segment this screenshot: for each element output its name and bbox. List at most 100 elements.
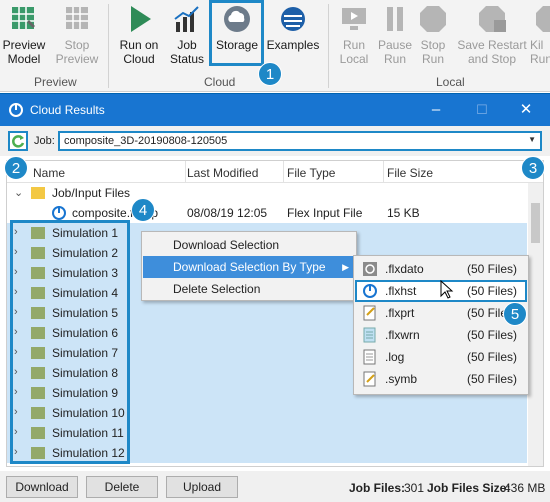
menu-download-selection[interactable]: Download Selection — [143, 234, 355, 256]
group-label-local: Local — [436, 75, 465, 89]
window-titlebar: Cloud Results – ☐ ✕ — [0, 94, 550, 126]
callout-badge-3: 3 — [521, 156, 545, 180]
submenu-ext: .log — [385, 350, 405, 364]
file-modified: 08/08/19 12:05 — [187, 206, 268, 220]
submenu-item-log[interactable]: .log (50 Files) — [355, 346, 527, 368]
submenu-count: (50 Files) — [467, 328, 518, 342]
chevron-down-icon[interactable]: ⌄ — [14, 186, 23, 199]
submenu-ext: .flxhst — [385, 284, 417, 298]
job-select[interactable]: composite_3D-20190808-120505 ▼ — [58, 131, 542, 151]
submenu-item-flxdato[interactable]: .flxdato (50 Files) — [355, 258, 527, 280]
mouse-cursor-icon — [440, 280, 454, 299]
callout-badge-5: 5 — [503, 302, 527, 326]
file-type-submenu: .flxdato (50 Files) .flxhst (50 Files) .… — [353, 255, 529, 395]
log-file-icon — [363, 349, 376, 365]
ribbon-separator — [108, 4, 109, 88]
kill-run-label: Kil Run — [530, 38, 550, 66]
stop-run-label: Stop Run — [420, 38, 446, 66]
job-label: Job: — [34, 135, 55, 147]
menu-download-by-type-label: Download Selection By Type — [173, 260, 326, 274]
callout-badge-2: 2 — [4, 156, 28, 180]
context-menu: Download Selection Download Selection By… — [141, 231, 357, 301]
kill-run-icon — [536, 6, 550, 32]
col-header-name[interactable]: Name — [33, 166, 65, 180]
flex-input-file-icon — [52, 206, 66, 220]
stop-preview-label: Stop Preview — [55, 38, 99, 66]
job-files-label: Job Files: — [349, 481, 406, 495]
maximize-icon[interactable]: ☐ — [472, 100, 492, 120]
col-header-type[interactable]: File Type — [287, 166, 335, 180]
chevron-down-icon: ▼ — [528, 135, 536, 144]
file-type: Flex Input File — [287, 206, 363, 220]
folder-row-job-input[interactable]: ⌄ Job/Input Files — [7, 183, 527, 203]
minimize-icon[interactable]: – — [426, 100, 446, 120]
job-select-value: composite_3D-20190808-120505 — [64, 135, 228, 147]
job-status-button[interactable]: Job Status — [167, 2, 207, 66]
menu-delete-selection[interactable]: Delete Selection — [143, 278, 355, 300]
file-size: 15 KB — [387, 206, 420, 220]
run-local-label: Run Local — [339, 38, 369, 66]
folder-name: Job/Input Files — [52, 186, 131, 200]
stop-preview-button[interactable]: Stop Preview — [52, 2, 102, 66]
pause-run-icon — [387, 7, 403, 31]
job-status-label: Job Status — [169, 38, 205, 66]
refresh-button[interactable] — [8, 131, 28, 151]
job-files-value: 301 — [404, 481, 425, 495]
file-name: composite.flxinp — [72, 206, 159, 220]
callout-badge-1: 1 — [258, 62, 282, 86]
save-restart-button[interactable]: Save Restart and Stop — [456, 2, 528, 66]
kill-run-button[interactable]: Kil Run — [530, 2, 550, 66]
job-size-label: Job Files Size: — [427, 481, 511, 495]
flxhst-file-icon — [363, 284, 377, 298]
download-button[interactable]: Download — [6, 476, 78, 498]
submenu-item-flxprt[interactable]: .flxprt (50 Files) — [355, 302, 527, 324]
submenu-ext: .flxwrn — [385, 328, 420, 342]
examples-button[interactable]: Examples — [266, 2, 320, 52]
ribbon-separator — [328, 4, 329, 88]
window-title: Cloud Results — [30, 103, 105, 117]
scrollbar-thumb[interactable] — [531, 203, 540, 243]
menu-download-by-type[interactable]: Download Selection By Type ▶ — [143, 256, 355, 278]
preview-model-label: Preview Model — [2, 38, 46, 66]
flxprt-file-icon — [363, 305, 376, 321]
refresh-icon — [12, 135, 25, 148]
delete-button[interactable]: Delete — [86, 476, 158, 498]
group-label-cloud: Cloud — [204, 75, 236, 89]
preview-model-button[interactable]: Preview Model — [2, 2, 46, 66]
save-restart-label: Save Restart and Stop — [457, 38, 527, 66]
submenu-count: (50 Files) — [467, 372, 518, 386]
run-on-cloud-button[interactable]: Run on Cloud — [114, 2, 164, 66]
run-on-cloud-label: Run on Cloud — [119, 38, 159, 66]
run-local-icon — [342, 8, 366, 30]
submenu-ext: .flxdato — [385, 262, 424, 276]
submenu-item-flxwrn[interactable]: .flxwrn (50 Files) — [355, 324, 527, 346]
run-local-button[interactable]: Run Local — [334, 2, 374, 66]
job-status-icon — [174, 6, 199, 32]
vertical-scrollbar[interactable] — [528, 183, 543, 466]
preview-model-icon — [12, 7, 35, 29]
stop-run-button[interactable]: Stop Run — [414, 2, 452, 66]
flxwrn-file-icon — [363, 327, 376, 343]
close-icon[interactable]: ✕ — [516, 100, 536, 120]
callout-badge-4: 4 — [131, 198, 155, 222]
storage-highlight — [209, 0, 264, 66]
job-bar: Job: composite_3D-20190808-120505 ▼ — [0, 126, 550, 156]
symb-file-icon — [363, 371, 376, 387]
upload-button[interactable]: Upload — [166, 476, 238, 498]
simulations-highlight — [10, 220, 130, 464]
submenu-arrow-icon: ▶ — [342, 262, 349, 272]
app-power-icon — [9, 103, 23, 117]
submenu-count: (50 Files) — [467, 350, 518, 364]
col-header-size[interactable]: File Size — [387, 166, 433, 180]
folder-icon — [31, 187, 45, 199]
stop-preview-icon — [66, 7, 88, 29]
submenu-item-symb[interactable]: .symb (50 Files) — [355, 368, 527, 390]
flxdato-file-icon — [363, 262, 377, 276]
column-header-row: Name Last Modified File Type File Size — [7, 161, 543, 183]
pause-run-button[interactable]: Pause Run — [376, 2, 414, 66]
column-divider — [283, 161, 284, 183]
examples-icon — [281, 7, 305, 31]
save-restart-icon — [479, 6, 506, 32]
col-header-modified[interactable]: Last Modified — [187, 166, 258, 180]
submenu-ext: .flxprt — [385, 306, 415, 320]
